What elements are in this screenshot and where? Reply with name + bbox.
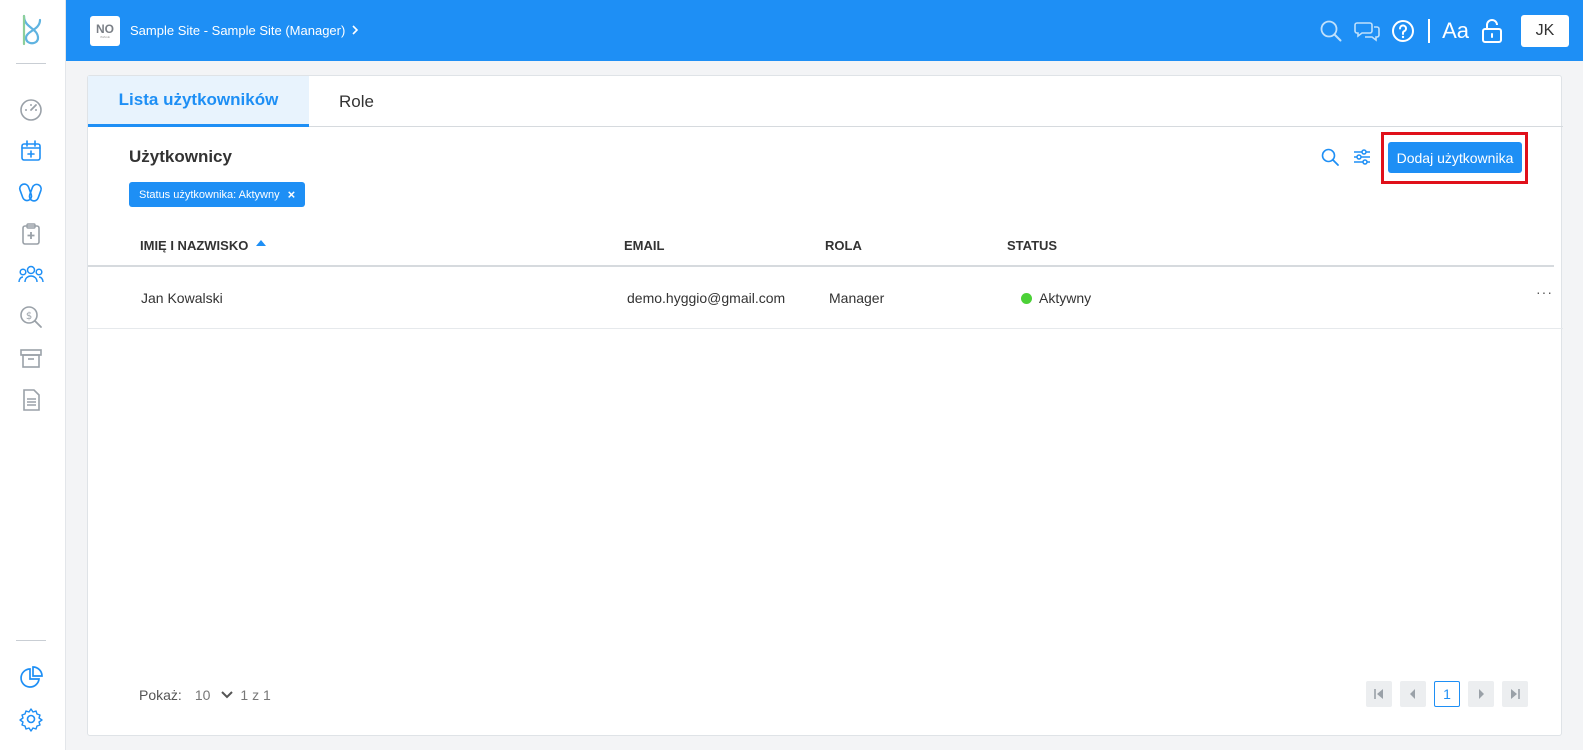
users-icon[interactable]	[17, 261, 45, 289]
dashboard-icon[interactable]	[17, 95, 45, 123]
filter-settings-icon[interactable]	[1351, 146, 1373, 168]
pie-chart-icon[interactable]	[17, 664, 45, 692]
svg-text:$: $	[26, 311, 32, 322]
tab-bar: Lista użytkowników Role	[88, 76, 1563, 127]
page-size-label: Pokaż:	[139, 687, 182, 703]
sidebar-divider	[16, 63, 46, 64]
column-header-name-label: IMIĘ I NAZWISKO	[140, 238, 249, 253]
add-user-button[interactable]: Dodaj użytkownika	[1388, 142, 1522, 173]
font-size-toggle[interactable]: Aa	[1442, 18, 1469, 44]
archive-icon[interactable]	[17, 344, 45, 372]
cell-role: Manager	[829, 290, 885, 306]
user-avatar[interactable]: JK	[1521, 15, 1569, 47]
column-header-role[interactable]: ROLA	[825, 238, 862, 253]
chevron-right-icon	[351, 24, 359, 38]
help-icon[interactable]	[1390, 18, 1416, 44]
section-title: Użytkownicy	[129, 147, 232, 166]
column-header-status[interactable]: STATUS	[1007, 238, 1057, 253]
column-header-email[interactable]: EMAIL	[624, 238, 664, 253]
prev-page-icon[interactable]	[1400, 681, 1426, 707]
filter-chip: Status użytkownika: Aktywny ×	[129, 182, 306, 207]
status-active-dot	[1021, 293, 1032, 304]
top-header: NO IMAGE Sample Site - Sample Site (Mana…	[66, 0, 1583, 61]
tab-roles[interactable]: Role	[309, 76, 404, 127]
chat-icon[interactable]	[1354, 18, 1380, 44]
site-badge-subtext: IMAGE	[100, 35, 110, 39]
site-badge-text: NO	[96, 22, 114, 36]
site-title: Sample Site - Sample Site (Manager)	[130, 23, 346, 38]
tab-user-list[interactable]: Lista użytkowników	[88, 76, 309, 127]
sidebar: $	[0, 0, 66, 750]
lock-icon[interactable]	[1479, 18, 1505, 44]
pagination: 1	[1366, 681, 1528, 707]
calendar-add-icon[interactable]	[17, 137, 45, 165]
medication-icon[interactable]	[17, 178, 45, 206]
page-number-current[interactable]: 1	[1434, 681, 1460, 707]
last-page-icon[interactable]	[1502, 681, 1528, 707]
column-header-name[interactable]: IMIĘ I NAZWISKO	[140, 238, 267, 253]
page-size-value[interactable]: 10	[195, 687, 211, 703]
site-selector[interactable]: Sample Site - Sample Site (Manager)	[130, 23, 359, 38]
search-icon[interactable]	[1319, 146, 1341, 168]
cell-name: Jan Kowalski	[141, 290, 223, 306]
cell-status: Aktywny	[1021, 290, 1091, 306]
next-page-icon[interactable]	[1468, 681, 1494, 707]
filter-chip-label: Status użytkownika: Aktywny	[139, 188, 280, 201]
site-logo: NO IMAGE	[90, 16, 120, 46]
sort-ascending-icon	[256, 239, 267, 246]
clipboard-add-icon[interactable]	[17, 220, 45, 248]
close-icon[interactable]: ×	[288, 187, 296, 202]
status-label: Aktywny	[1039, 290, 1092, 306]
table-row[interactable]: Jan Kowalski demo.hyggio@gmail.com Manag…	[88, 269, 1563, 329]
logo-icon[interactable]	[18, 14, 46, 48]
first-page-icon[interactable]	[1366, 681, 1392, 707]
header-divider	[1428, 19, 1431, 43]
page-size-control: Pokaż: 10 1 z 1	[139, 687, 271, 703]
gear-icon[interactable]	[17, 705, 45, 733]
row-menu-icon[interactable]: ···	[1536, 284, 1553, 300]
search-icon[interactable]	[1318, 18, 1344, 44]
sidebar-divider	[16, 640, 46, 641]
users-card: Lista użytkowników Role Użytkownicy Stat…	[87, 75, 1563, 736]
page-range: 1 z 1	[240, 687, 271, 703]
document-icon[interactable]	[17, 386, 45, 414]
cell-email: demo.hyggio@gmail.com	[627, 290, 786, 306]
chevron-down-icon[interactable]	[220, 688, 234, 702]
table-header: IMIĘ I NAZWISKO EMAIL ROLA STATUS	[88, 224, 1554, 267]
search-dollar-icon[interactable]: $	[17, 303, 45, 331]
